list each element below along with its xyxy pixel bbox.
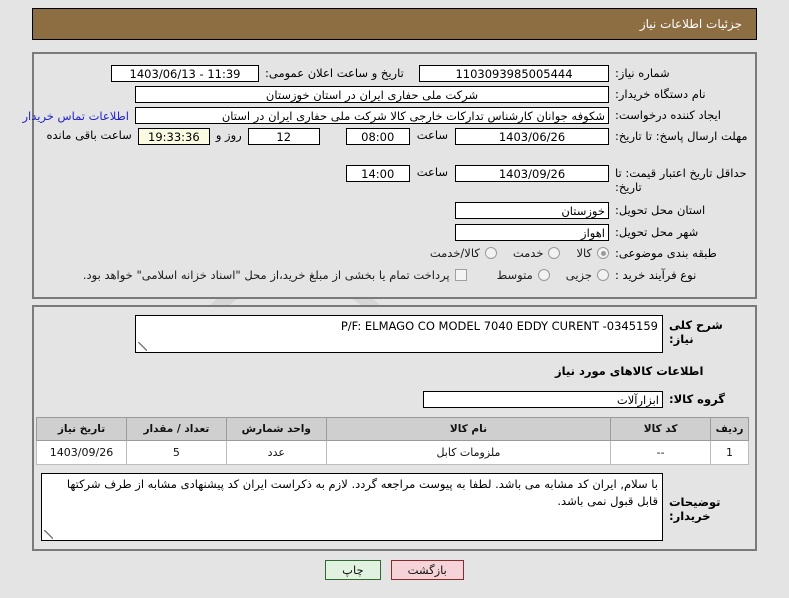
buyer-org-value: شرکت ملی حفاری ایران در استان خوزستان	[135, 86, 609, 103]
row-need-summary: شرح کلی نیاز: P/F: ELMAGO CO MODEL 7040 …	[135, 315, 749, 353]
footer-button-bar: بازگشت چاپ	[0, 560, 789, 580]
row-need-number: شماره نیاز: 1103093985005444	[419, 65, 749, 82]
cell-name: ملزومات کابل	[325, 440, 612, 465]
price-validity-hour-label: ساعت	[416, 165, 448, 179]
radio-medium-icon[interactable]	[537, 269, 550, 282]
announce-datetime-label: تاریخ و ساعت اعلان عمومی:	[265, 66, 404, 81]
goods-section-title: اطلاعات کالاهای مورد نیاز	[555, 364, 704, 378]
treasury-bond-checkbox-icon[interactable]	[454, 269, 467, 282]
col-index: ردیف	[710, 417, 749, 441]
goods-group-value: ابزارآلات	[423, 391, 663, 408]
purchase-type-option-minor[interactable]: جزیی	[566, 268, 609, 282]
delivery-province-value: خوزستان	[455, 202, 609, 219]
col-unit: واحد شمارش	[225, 417, 327, 441]
requester-value: شکوفه جوانان کارشناس تدارکات خارجی کالا …	[135, 107, 609, 124]
page-header-bar: جزئیات اطلاعات نیاز	[32, 8, 757, 40]
subject-category-option-goods-label: کالا	[576, 246, 592, 261]
cell-unit: عدد	[225, 440, 327, 465]
col-date: تاریخ نیاز	[36, 417, 127, 441]
announce-datetime-value: 11:39 - 1403/06/13	[111, 65, 259, 82]
row-requester: ایجاد کننده درخواست: شکوفه جوانان کارشنا…	[22, 107, 749, 124]
need-info-panel: شماره نیاز: 1103093985005444 تاریخ و ساع…	[22, 52, 757, 299]
delivery-province-label: استان محل تحویل:	[615, 203, 706, 218]
response-deadline-label: مهلت ارسال پاسخ: تا تاریخ:	[615, 129, 748, 143]
requester-label: ایجاد کننده درخواست:	[615, 108, 721, 123]
back-button[interactable]: بازگشت	[390, 560, 464, 580]
buyer-notes-label: توضیحات خریدار:	[669, 495, 721, 524]
response-deadline-hour: 08:00	[345, 128, 410, 145]
goods-info-panel: شرح کلی نیاز: P/F: ELMAGO CO MODEL 7040 …	[32, 305, 757, 551]
cell-code: --	[610, 440, 712, 465]
price-validity-label: حداقل تاریخ اعتبار قیمت: تا تاریخ:	[615, 166, 747, 195]
countdown-value: 19:33:36	[137, 128, 210, 145]
need-summary-value[interactable]: P/F: ELMAGO CO MODEL 7040 EDDY CURENT -0…	[135, 315, 663, 353]
subject-category-option-goods[interactable]: کالا	[576, 246, 609, 260]
col-name: نام کالا	[325, 417, 612, 441]
purchase-type-option-medium-label: متوسط	[496, 268, 533, 283]
need-number-value: 1103093985005444	[419, 65, 609, 82]
row-response-deadline: مهلت ارسال پاسخ: تا تاریخ: 1403/06/26 سا…	[47, 128, 750, 145]
response-deadline-hour-label: ساعت	[416, 128, 448, 142]
delivery-city-label: شهر محل تحویل:	[615, 225, 699, 240]
page-title: جزئیات اطلاعات نیاز	[639, 17, 742, 31]
radio-minor-icon[interactable]	[597, 269, 609, 282]
row-purchase-type: نوع فرآیند خرید : جزیی متوسط پرداخت تمام…	[67, 268, 749, 282]
radio-goods-service-icon[interactable]	[484, 247, 497, 260]
row-announce-datetime: تاریخ و ساعت اعلان عمومی: 11:39 - 1403/0…	[111, 65, 405, 82]
treasury-bond-checkbox-wrapper[interactable]: پرداخت تمام یا بخشی از مبلغ خرید،از محل …	[83, 268, 467, 282]
purchase-type-label: نوع فرآیند خرید :	[615, 268, 697, 282]
remaining-days-label: روز و	[215, 128, 242, 142]
purchase-type-option-minor-label: جزیی	[565, 268, 592, 283]
table-header-row: ردیف کد کالا نام کالا واحد شمارش تعداد /…	[36, 417, 749, 441]
countdown-label: ساعت باقی مانده	[46, 128, 132, 142]
subject-category-option-both[interactable]: کالا/خدمت	[430, 246, 497, 260]
price-validity-hour: 14:00	[345, 165, 410, 182]
table-row: 1 -- ملزومات کابل عدد 5 1403/09/26	[36, 440, 749, 465]
goods-section-title-row: اطلاعات کالاهای مورد نیاز	[549, 364, 749, 378]
treasury-bond-checkbox-label: پرداخت تمام یا بخشی از مبلغ خرید،از محل …	[82, 268, 450, 283]
need-number-label: شماره نیاز:	[615, 66, 670, 81]
radio-service-icon[interactable]	[548, 247, 561, 260]
subject-category-label: طبقه بندی موضوعی:	[615, 246, 717, 260]
row-buyer-notes: توضیحات خریدار: با سلام, ایران کد مشابه …	[41, 473, 749, 541]
remaining-days-value: 12	[247, 128, 320, 145]
page-root: AriaTender.net جزئیات اطلاعات نیاز شماره…	[0, 0, 789, 598]
response-deadline-date: 1403/06/26	[455, 128, 609, 145]
purchase-type-option-medium[interactable]: متوسط	[497, 268, 550, 282]
buyer-notes-value[interactable]: با سلام, ایران کد مشابه می باشد. لطفا به…	[41, 473, 663, 541]
subject-category-option-both-label: کالا/خدمت	[429, 246, 480, 261]
subject-category-option-service-label: خدمت	[512, 246, 544, 261]
row-goods-group: گروه کالا: ابزارآلات	[423, 391, 749, 408]
goods-table: ردیف کد کالا نام کالا واحد شمارش تعداد /…	[36, 417, 749, 465]
row-buyer-org: نام دستگاه خریدار: شرکت ملی حفاری ایران …	[135, 86, 749, 103]
buyer-org-label: نام دستگاه خریدار:	[615, 87, 706, 102]
subject-category-option-service[interactable]: خدمت	[513, 246, 561, 260]
row-delivery-city: شهر محل تحویل: اهواز	[455, 224, 749, 241]
radio-goods-icon[interactable]	[597, 247, 609, 260]
row-price-validity: حداقل تاریخ اعتبار قیمت: تا تاریخ: 1403/…	[345, 165, 749, 195]
goods-group-label: گروه کالا:	[669, 392, 725, 407]
cell-index: 1	[710, 440, 749, 465]
delivery-city-value: اهواز	[455, 224, 609, 241]
col-code: کد کالا	[610, 417, 712, 441]
cell-qty: 5	[126, 440, 227, 465]
price-validity-date: 1403/09/26	[455, 165, 609, 182]
row-delivery-province: استان محل تحویل: خوزستان	[455, 202, 749, 219]
cell-date: 1403/09/26	[36, 440, 127, 465]
need-summary-label: شرح کلی نیاز:	[669, 318, 723, 347]
buyer-contact-link[interactable]: اطلاعات تماس خریدار	[22, 109, 129, 123]
print-button[interactable]: چاپ	[325, 560, 381, 580]
row-subject-category: طبقه بندی موضوعی: کالا خدمت کالا/خدمت	[414, 246, 749, 260]
col-qty: تعداد / مقدار	[126, 417, 227, 441]
